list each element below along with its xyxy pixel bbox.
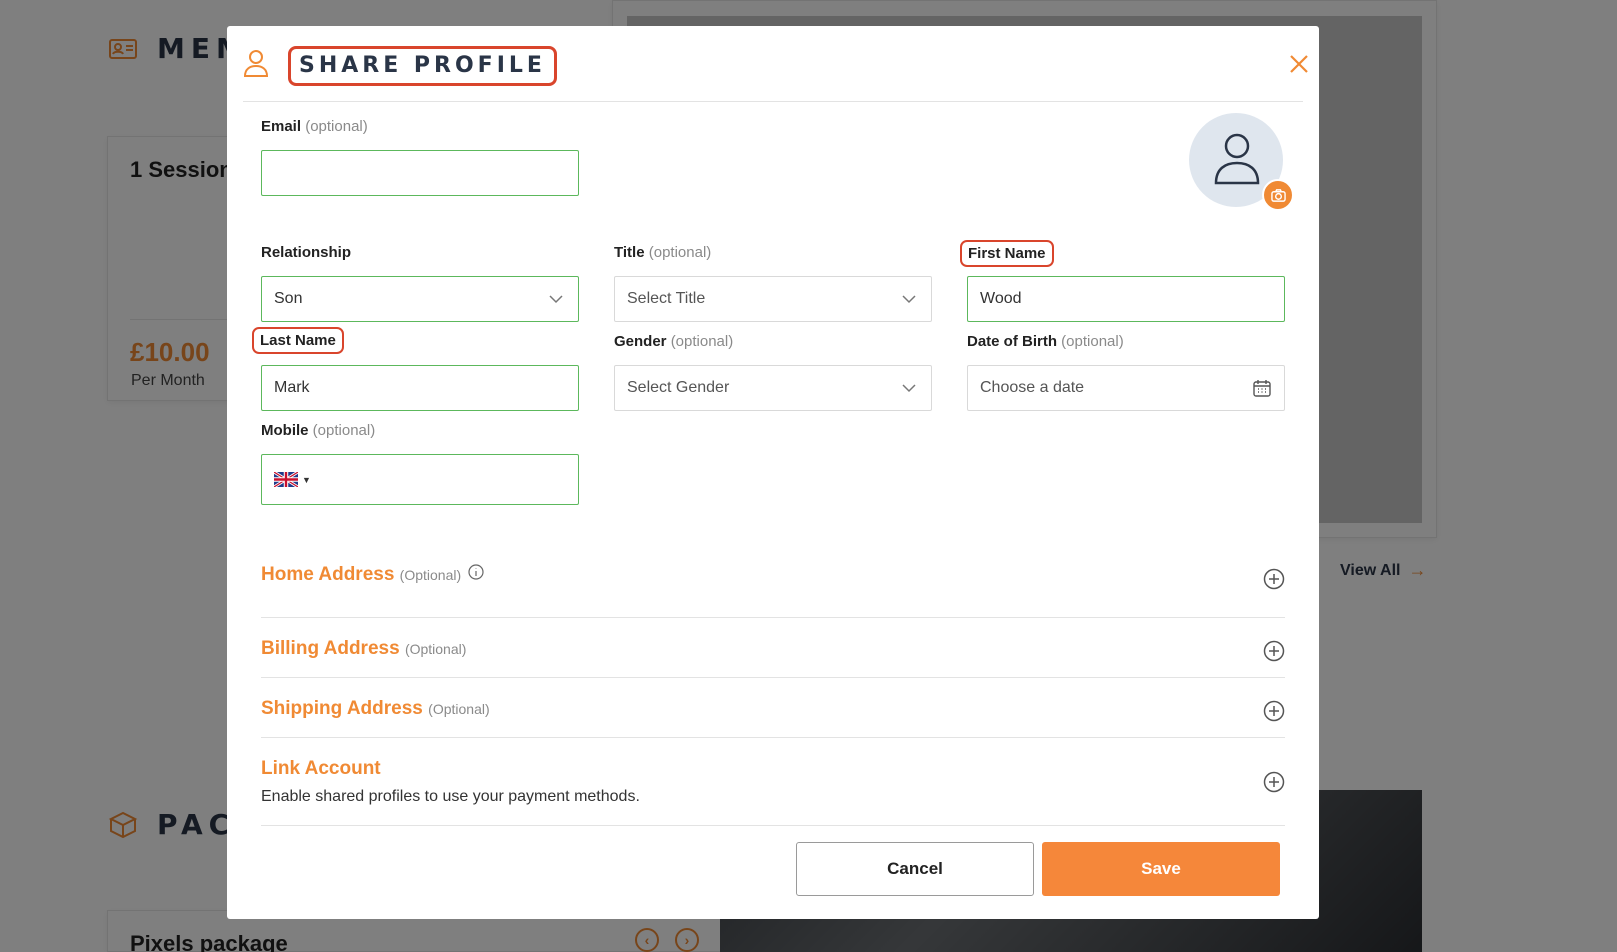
mobile-label-text: Mobile <box>261 422 309 439</box>
gender-optional: (optional) <box>670 333 734 350</box>
shipping-address-title: Shipping Address (Optional) <box>261 698 490 720</box>
relationship-value: Son <box>274 290 303 307</box>
title-select[interactable]: Select Title <box>614 276 932 322</box>
link-account-title: Link Account <box>261 758 381 779</box>
link-account-subtitle: Enable shared profiles to use your payme… <box>261 788 640 805</box>
dob-optional: (optional) <box>1061 333 1124 350</box>
gender-label: Gender (optional) <box>614 333 733 350</box>
chevron-down-icon <box>902 384 916 393</box>
link-account-section[interactable]: Link Account Enable shared profiles to u… <box>261 738 1285 826</box>
modal-title: SHARE PROFILE <box>288 46 557 86</box>
shipping-address-optional: (Optional) <box>428 701 490 717</box>
first-name-value: Wood <box>980 290 1022 307</box>
plus-circle-icon[interactable] <box>1263 568 1285 590</box>
first-name-label: First Name <box>960 240 1054 267</box>
first-name-field[interactable]: Wood <box>967 276 1285 322</box>
chevron-down-icon <box>902 295 916 304</box>
home-address-title: Home Address (Optional) <box>261 564 485 586</box>
calendar-icon[interactable] <box>1252 378 1272 398</box>
gender-label-text: Gender <box>614 333 667 350</box>
email-label-text: Email <box>261 118 302 135</box>
billing-address-label: Billing Address <box>261 638 400 659</box>
save-button[interactable]: Save <box>1042 842 1280 896</box>
camera-icon <box>1271 189 1286 202</box>
billing-address-title: Billing Address (Optional) <box>261 638 466 660</box>
shipping-address-section[interactable]: Shipping Address (Optional) <box>261 678 1285 738</box>
cancel-button[interactable]: Cancel <box>796 842 1034 896</box>
plus-circle-icon[interactable] <box>1263 700 1285 722</box>
dob-field[interactable]: Choose a date <box>967 365 1285 411</box>
dob-value: Choose a date <box>980 379 1085 396</box>
chevron-down-icon <box>549 295 563 304</box>
mobile-label: Mobile (optional) <box>261 422 375 439</box>
upload-photo-button[interactable] <box>1262 179 1294 211</box>
last-name-label: Last Name <box>252 327 344 354</box>
title-label: Title (optional) <box>614 244 711 261</box>
last-name-field[interactable]: Mark <box>261 365 579 411</box>
share-profile-modal: SHARE PROFILE Email (optional) Relations… <box>227 26 1319 919</box>
gender-select[interactable]: Select Gender <box>614 365 932 411</box>
close-icon[interactable] <box>1285 50 1313 78</box>
home-address-section[interactable]: Home Address (Optional) <box>261 538 1285 618</box>
dob-label-text: Date of Birth <box>967 333 1057 350</box>
billing-address-optional: (Optional) <box>404 641 467 657</box>
email-optional: (optional) <box>305 118 368 135</box>
title-value: Select Title <box>627 290 706 307</box>
country-code-select[interactable]: ▼ <box>274 472 311 487</box>
title-label-text: Title <box>614 244 645 261</box>
modal-header: SHARE PROFILE <box>243 26 1308 102</box>
shipping-address-label: Shipping Address <box>261 698 423 719</box>
email-label: Email (optional) <box>261 118 368 135</box>
plus-circle-icon[interactable] <box>1263 640 1285 662</box>
billing-address-section[interactable]: Billing Address (Optional) <box>261 618 1285 678</box>
mobile-optional: (optional) <box>312 422 376 439</box>
email-field[interactable] <box>261 150 579 196</box>
info-icon[interactable] <box>468 564 485 580</box>
home-address-optional: (Optional) <box>399 567 462 583</box>
home-address-label: Home Address <box>261 564 395 585</box>
title-optional: (optional) <box>648 244 712 261</box>
person-avatar-icon <box>1214 133 1260 185</box>
gender-value: Select Gender <box>627 379 730 396</box>
last-name-value: Mark <box>274 379 310 396</box>
plus-circle-icon[interactable] <box>1263 771 1285 793</box>
mobile-field[interactable]: ▼ <box>261 454 579 505</box>
uk-flag-icon <box>274 472 298 487</box>
relationship-select[interactable]: Son <box>261 276 579 322</box>
relationship-label: Relationship <box>261 244 352 261</box>
caret-down-icon: ▼ <box>302 474 311 485</box>
dob-label: Date of Birth (optional) <box>967 333 1124 350</box>
user-icon <box>243 50 269 77</box>
